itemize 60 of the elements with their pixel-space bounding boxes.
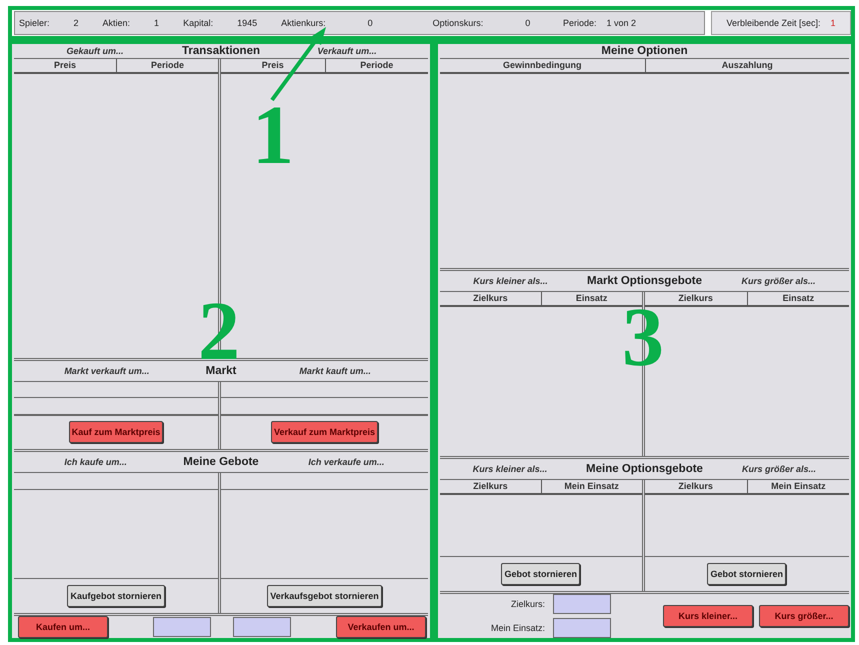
column-caption: Ich kaufe um...: [63, 456, 128, 467]
column-caption: Kurs größer als...: [740, 464, 817, 474]
section-title: Transaktionen: [181, 45, 261, 57]
column-header: Einsatz: [746, 292, 849, 305]
column-header: Periode: [116, 59, 218, 72]
button[interactable]: Kaufen um...: [18, 616, 108, 638]
field-label: Mein Einsatz:: [490, 623, 545, 633]
column-caption: Gekauft um...: [66, 46, 125, 56]
status-value: 2: [74, 18, 79, 28]
status-value: 0: [525, 18, 530, 28]
button[interactable]: Gebot stornieren: [501, 563, 580, 585]
column-header: Zielkurs: [677, 292, 714, 305]
status-value: 1 von 2: [606, 18, 636, 28]
column-caption: Kurs größer als...: [740, 276, 817, 286]
input-field[interactable]: [153, 617, 212, 637]
column-caption: Ich verkaufe um...: [307, 456, 386, 467]
timer-label: Verbleibende Zeit [sec]:: [726, 18, 821, 28]
timer-value: 1: [830, 18, 836, 28]
button[interactable]: Kauf zum Marktpreis: [68, 421, 164, 444]
button[interactable]: Gebot stornieren: [707, 563, 786, 585]
status-label: Periode:: [562, 18, 596, 28]
status-label: Spieler:: [19, 18, 50, 28]
button[interactable]: Verkaufsgebot stornieren: [267, 585, 382, 607]
button[interactable]: Kurs größer...: [759, 605, 849, 627]
column-header: Gewinnbedingung: [502, 59, 582, 72]
column-caption: Markt verkauft um...: [63, 366, 150, 376]
column-header: Zielkurs: [677, 480, 714, 493]
column-caption: Kurs kleiner als...: [472, 464, 548, 474]
input-field[interactable]: [553, 594, 611, 614]
status-label: Aktienkurs:: [281, 18, 326, 28]
column-caption: Verkauft um...: [316, 46, 378, 56]
section-title: Meine Optionsgebote: [585, 462, 704, 475]
column-header: Zielkurs: [472, 480, 509, 493]
input-field[interactable]: [232, 617, 291, 637]
status-value: 1: [154, 18, 160, 28]
input-field[interactable]: [553, 618, 611, 638]
column-header: Mein Einsatz: [540, 480, 642, 493]
column-header: Mein Einsatz: [746, 480, 849, 493]
column-header: Preis: [52, 59, 78, 72]
button[interactable]: Kurs kleiner...: [663, 605, 753, 627]
annotation-number: 1: [252, 106, 294, 166]
button[interactable]: Verkaufen um...: [336, 616, 426, 638]
column-caption: Kurs kleiner als...: [472, 276, 549, 286]
column-header: Preis: [260, 59, 285, 72]
status-label: Aktien:: [102, 18, 130, 28]
status-value: 1945: [237, 18, 258, 28]
section-title: Markt Optionsgebote: [586, 274, 703, 287]
status-label: Optionskurs:: [432, 18, 484, 28]
section-title: Meine Optionen: [600, 45, 689, 57]
button[interactable]: Verkauf zum Marktpreis: [270, 421, 378, 444]
status-value: 0: [368, 18, 373, 28]
column-header: Einsatz: [540, 292, 642, 305]
column-header: Zielkurs: [472, 292, 509, 305]
status-label: Kapital:: [183, 18, 214, 28]
column-caption: Markt kauft um...: [298, 366, 372, 376]
button[interactable]: Kaufgebot stornieren: [67, 585, 164, 607]
column-header: Auszahlung: [644, 59, 849, 72]
section-title: Meine Gebote: [182, 456, 260, 468]
column-header: Periode: [324, 59, 428, 72]
field-label: Zielkurs:: [510, 599, 545, 609]
